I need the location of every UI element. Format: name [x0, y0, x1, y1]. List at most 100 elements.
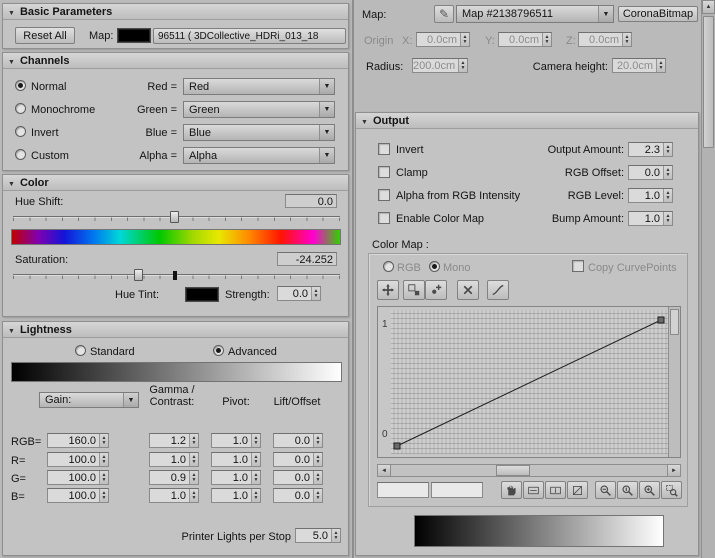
color-map-curve[interactable] [391, 310, 668, 454]
channels-header[interactable]: Channels [3, 53, 348, 69]
spinner-arrows-icon[interactable] [460, 33, 469, 46]
map-color-swatch[interactable] [117, 28, 151, 43]
saturation-value[interactable]: -24.252 [277, 252, 337, 266]
reset-all-button[interactable]: Reset All [15, 27, 75, 44]
zoom-vertical-icon[interactable] [617, 481, 638, 499]
curve-x-value-field[interactable] [377, 482, 429, 498]
origin-z-spinner[interactable]: 0.0cm [578, 32, 632, 47]
bump-amount-spinner[interactable]: 1.0 [628, 211, 673, 226]
spinner-arrows-icon[interactable] [189, 471, 198, 484]
spinner-arrows-icon[interactable] [663, 166, 672, 179]
spinner-arrows-icon[interactable] [99, 453, 108, 466]
zoom-vert-extents-icon[interactable] [545, 481, 566, 499]
spinner-arrows-icon[interactable] [99, 489, 108, 502]
pan-hand-icon[interactable] [501, 481, 522, 499]
saturation-slider[interactable] [13, 269, 340, 282]
g-gamma-spinner[interactable]: 0.9 [149, 470, 199, 485]
rgb-value-spinner[interactable]: 160.0 [47, 433, 109, 448]
rgb-level-spinner[interactable]: 1.0 [628, 188, 673, 203]
delete-point-icon[interactable] [457, 280, 479, 300]
radius-spinner[interactable]: 200.0cm [412, 58, 468, 73]
camera-height-spinner[interactable]: 20.0cm [612, 58, 666, 73]
scale-point-icon[interactable] [403, 280, 425, 300]
b-pivot-spinner[interactable]: 1.0 [211, 488, 261, 503]
spinner-arrows-icon[interactable] [189, 489, 198, 502]
hue-shift-slider[interactable] [13, 211, 340, 224]
origin-y-spinner[interactable]: 0.0cm [498, 32, 552, 47]
spinner-arrows-icon[interactable] [663, 212, 672, 225]
spinner-arrows-icon[interactable] [311, 287, 320, 300]
move-points-icon[interactable] [377, 280, 399, 300]
b-value-spinner[interactable]: 100.0 [47, 488, 109, 503]
zoom-horiz-extents-icon[interactable] [523, 481, 544, 499]
map-type-button[interactable]: CoronaBitmap [618, 6, 698, 22]
spinner-arrows-icon[interactable] [331, 529, 340, 542]
spinner-arrows-icon[interactable] [189, 434, 198, 447]
spinner-arrows-icon[interactable] [622, 33, 631, 46]
spinner-arrows-icon[interactable] [313, 453, 322, 466]
standard-radio[interactable] [75, 345, 86, 356]
g-lift-spinner[interactable]: 0.0 [273, 470, 323, 485]
invert-checkbox[interactable] [378, 143, 390, 155]
spinner-arrows-icon[interactable] [251, 434, 260, 447]
spinner-arrows-icon[interactable] [99, 434, 108, 447]
clamp-checkbox[interactable] [378, 166, 390, 178]
r-gamma-spinner[interactable]: 1.0 [149, 452, 199, 467]
rgb-gamma-spinner[interactable]: 1.2 [149, 433, 199, 448]
r-lift-spinner[interactable]: 0.0 [273, 452, 323, 467]
g-pivot-spinner[interactable]: 1.0 [211, 470, 261, 485]
spinner-arrows-icon[interactable] [99, 471, 108, 484]
rgb-lift-spinner[interactable]: 0.0 [273, 433, 323, 448]
spinner-arrows-icon[interactable] [189, 453, 198, 466]
blue-channel-dropdown[interactable]: Blue [183, 124, 335, 141]
add-point-icon[interactable] [425, 280, 447, 300]
scroll-left-icon[interactable]: ◄ [378, 465, 391, 476]
g-value-spinner[interactable]: 100.0 [47, 470, 109, 485]
saturation-slider-handle[interactable] [133, 269, 143, 281]
spinner-arrows-icon[interactable] [542, 33, 551, 46]
spinner-arrows-icon[interactable] [663, 189, 672, 202]
hue-tint-swatch[interactable] [185, 287, 219, 302]
curve-editor[interactable]: 1 0 [377, 306, 681, 458]
scrollbar-thumb[interactable] [670, 309, 679, 335]
r-value-spinner[interactable]: 100.0 [47, 452, 109, 467]
b-gamma-spinner[interactable]: 1.0 [149, 488, 199, 503]
alpha-channel-dropdown[interactable]: Alpha [183, 147, 335, 164]
spinner-arrows-icon[interactable] [313, 471, 322, 484]
lightness-header[interactable]: Lightness [3, 322, 348, 338]
scrollbar-thumb[interactable] [495, 465, 530, 476]
enable-color-map-checkbox[interactable] [378, 212, 390, 224]
spinner-arrows-icon[interactable] [663, 143, 672, 156]
output-amount-spinner[interactable]: 2.3 [628, 142, 673, 157]
spinner-arrows-icon[interactable] [251, 489, 260, 502]
curve-y-value-field[interactable] [431, 482, 483, 498]
color-header[interactable]: Color [3, 175, 348, 191]
rgb-pivot-spinner[interactable]: 1.0 [211, 433, 261, 448]
curve-horizontal-scrollbar[interactable]: ◄ ► [377, 464, 681, 477]
zoom-horizontal-icon[interactable] [595, 481, 616, 499]
scrollbar-track[interactable] [391, 465, 667, 476]
printer-lights-spinner[interactable]: 5.0 [295, 528, 341, 543]
output-header[interactable]: Output [356, 113, 698, 129]
spinner-arrows-icon[interactable] [656, 59, 665, 72]
strength-spinner[interactable]: 0.0 [277, 286, 321, 301]
copy-curvepoints-checkbox[interactable] [572, 260, 584, 272]
scrollbar-thumb[interactable] [703, 16, 714, 148]
advanced-radio[interactable] [213, 345, 224, 356]
monochrome-radio[interactable] [15, 103, 26, 114]
spinner-arrows-icon[interactable] [458, 59, 467, 72]
main-scrollbar[interactable]: ▲ [701, 0, 715, 558]
rgb-offset-spinner[interactable]: 0.0 [628, 165, 673, 180]
zoom-region-icon[interactable] [661, 481, 682, 499]
zoom-extents-icon[interactable] [567, 481, 588, 499]
spinner-arrows-icon[interactable] [313, 489, 322, 502]
alpha-from-rgb-checkbox[interactable] [378, 189, 390, 201]
normal-radio[interactable] [15, 80, 26, 91]
rgb-curve-radio[interactable] [383, 261, 394, 272]
gain-dropdown[interactable]: Gain: [39, 392, 139, 408]
mono-curve-radio[interactable] [429, 261, 440, 272]
green-channel-dropdown[interactable]: Green [183, 101, 335, 118]
scroll-right-icon[interactable]: ► [667, 465, 680, 476]
r-pivot-spinner[interactable]: 1.0 [211, 452, 261, 467]
edit-map-pencil-icon[interactable]: ✎ [434, 5, 454, 23]
